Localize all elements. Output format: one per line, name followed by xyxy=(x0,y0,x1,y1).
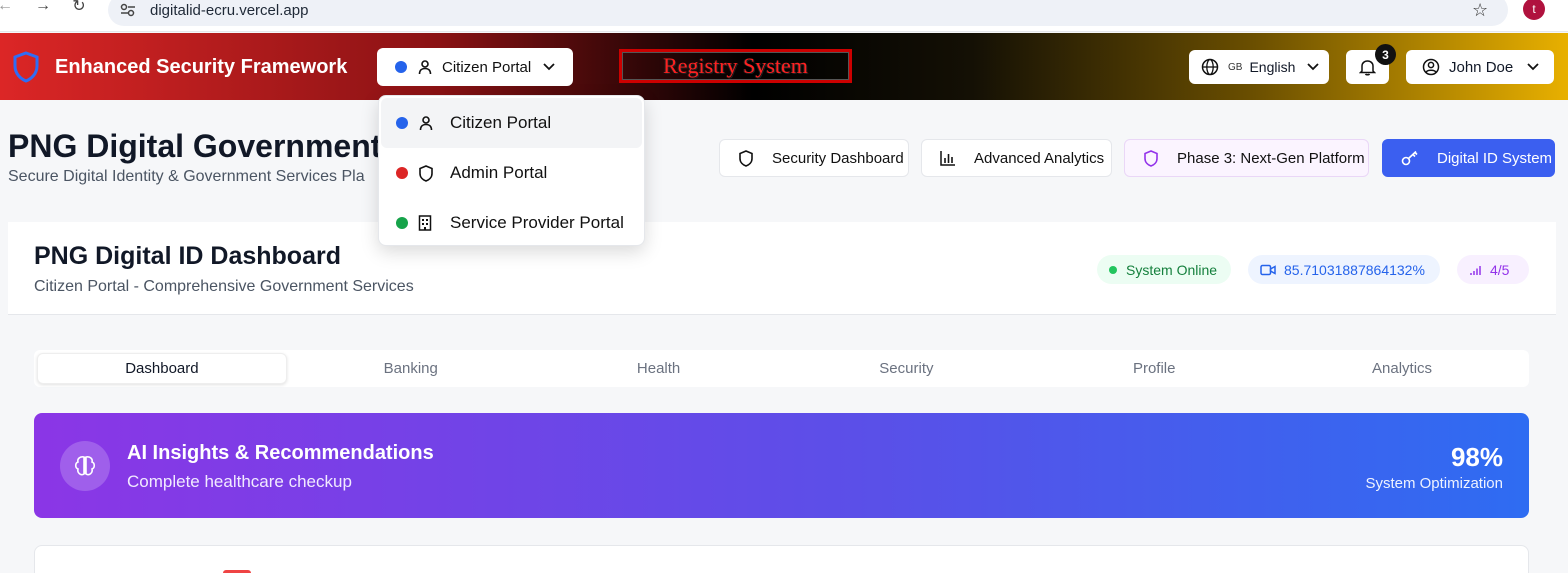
content-card xyxy=(34,545,1529,573)
system-online-label: System Online xyxy=(1126,261,1218,278)
user-circle-icon xyxy=(1422,58,1440,76)
metric-value: 85.71031887864132% xyxy=(1284,261,1425,278)
building-icon xyxy=(418,215,438,231)
tab-profile[interactable]: Profile xyxy=(1030,353,1278,384)
user-icon xyxy=(418,115,438,131)
ai-insights-subtitle: Complete healthcare checkup xyxy=(127,472,352,491)
advanced-analytics-button[interactable]: Advanced Analytics xyxy=(921,139,1112,177)
dashboard-header-card: PNG Digital ID Dashboard Citizen Portal … xyxy=(8,222,1556,315)
user-icon xyxy=(417,59,433,75)
tab-security[interactable]: Security xyxy=(782,353,1030,384)
chevron-down-icon xyxy=(1527,63,1539,71)
tab-dashboard[interactable]: Dashboard xyxy=(37,353,287,384)
language-label: English xyxy=(1249,59,1296,75)
user-menu-button[interactable]: John Doe xyxy=(1406,50,1554,84)
tab-banking[interactable]: Banking xyxy=(287,353,535,384)
security-dashboard-button[interactable]: Security Dashboard xyxy=(719,139,909,177)
registry-system-banner[interactable]: Registry System xyxy=(619,49,852,83)
bookmark-star-icon[interactable]: ☆ xyxy=(1472,0,1488,21)
bell-icon xyxy=(1359,58,1376,76)
phase3-platform-label: Phase 3: Next-Gen Platform xyxy=(1177,149,1365,167)
system-online-badge: System Online xyxy=(1097,255,1231,284)
portal-option-admin[interactable]: Admin Portal xyxy=(379,148,644,198)
portal-option-citizen[interactable]: Citizen Portal xyxy=(381,98,642,148)
digital-id-system-button[interactable]: Digital ID System xyxy=(1382,139,1555,177)
portal-dot xyxy=(396,167,408,179)
forward-icon[interactable]: → xyxy=(30,0,56,16)
chevron-down-icon xyxy=(1307,63,1320,71)
portal-select-label: Citizen Portal xyxy=(442,58,532,76)
notification-count-badge: 3 xyxy=(1375,44,1396,65)
advanced-analytics-label: Advanced Analytics xyxy=(974,149,1105,167)
signal-bars-icon xyxy=(1469,264,1483,276)
url-text: digitalid-ecru.vercel.app xyxy=(150,1,309,19)
dashboard-subtitle: Citizen Portal - Comprehensive Governmen… xyxy=(34,278,414,295)
brain-icon xyxy=(60,441,110,491)
shield-icon xyxy=(418,164,438,182)
camera-icon xyxy=(1260,264,1276,276)
key-icon xyxy=(1401,150,1429,166)
portal-select[interactable]: Citizen Portal xyxy=(377,48,573,86)
metric-badge: 85.71031887864132% xyxy=(1248,255,1440,284)
portal-dot xyxy=(396,217,408,229)
bar-chart-icon xyxy=(940,150,966,166)
security-dashboard-label: Security Dashboard xyxy=(772,149,904,167)
portal-option-label: Citizen Portal xyxy=(450,113,552,132)
back-icon[interactable]: ← xyxy=(0,0,18,16)
portal-dot xyxy=(396,117,408,129)
user-name: John Doe xyxy=(1449,58,1514,76)
app-header: Enhanced Security Framework Citizen Port… xyxy=(0,33,1568,100)
dashboard-title: PNG Digital ID Dashboard xyxy=(34,242,341,270)
page-subtitle: Secure Digital Identity & Government Ser… xyxy=(8,168,365,185)
shield-icon xyxy=(1143,149,1169,167)
language-flag: GB xyxy=(1228,61,1243,73)
tab-health[interactable]: Health xyxy=(535,353,783,384)
brand-title: Enhanced Security Framework xyxy=(55,56,348,78)
ai-insights-banner: AI Insights & Recommendations Complete h… xyxy=(34,413,1529,518)
portal-dropdown-menu: Citizen Portal Admin Portal Service Prov… xyxy=(378,95,645,246)
page-title: PNG Digital Government xyxy=(8,128,382,164)
reload-icon[interactable]: ↻ xyxy=(66,0,92,16)
shield-icon xyxy=(738,149,764,167)
chevron-down-icon xyxy=(543,63,555,71)
language-select[interactable]: GB English xyxy=(1189,50,1329,84)
signal-value: 4/5 xyxy=(1490,261,1510,278)
registry-system-label: Registry System xyxy=(663,53,808,78)
shield-logo-icon xyxy=(12,51,40,83)
portal-option-label: Service Provider Portal xyxy=(450,213,624,232)
browser-profile-avatar[interactable]: t xyxy=(1523,0,1545,20)
site-settings-icon[interactable] xyxy=(120,2,140,18)
browser-toolbar: ← → ↻ digitalid-ecru.vercel.app ☆ t xyxy=(0,0,1568,32)
signal-badge: 4/5 xyxy=(1457,255,1529,284)
phase3-platform-button[interactable]: Phase 3: Next-Gen Platform xyxy=(1124,139,1369,177)
optimization-percent: 98% xyxy=(1450,442,1503,472)
tab-analytics[interactable]: Analytics xyxy=(1278,353,1526,384)
portal-option-service-provider[interactable]: Service Provider Portal xyxy=(379,198,644,248)
optimization-label: System Optimization xyxy=(1365,475,1503,492)
portal-option-label: Admin Portal xyxy=(450,163,548,182)
portal-status-dot xyxy=(395,61,407,73)
globe-icon xyxy=(1201,58,1219,76)
online-dot xyxy=(1109,265,1117,274)
digital-id-system-label: Digital ID System xyxy=(1437,149,1553,167)
ai-insights-title: AI Insights & Recommendations xyxy=(127,442,434,464)
address-bar[interactable]: digitalid-ecru.vercel.app xyxy=(108,0,1508,26)
main-tabs: Dashboard Banking Health Security Profil… xyxy=(34,350,1529,387)
